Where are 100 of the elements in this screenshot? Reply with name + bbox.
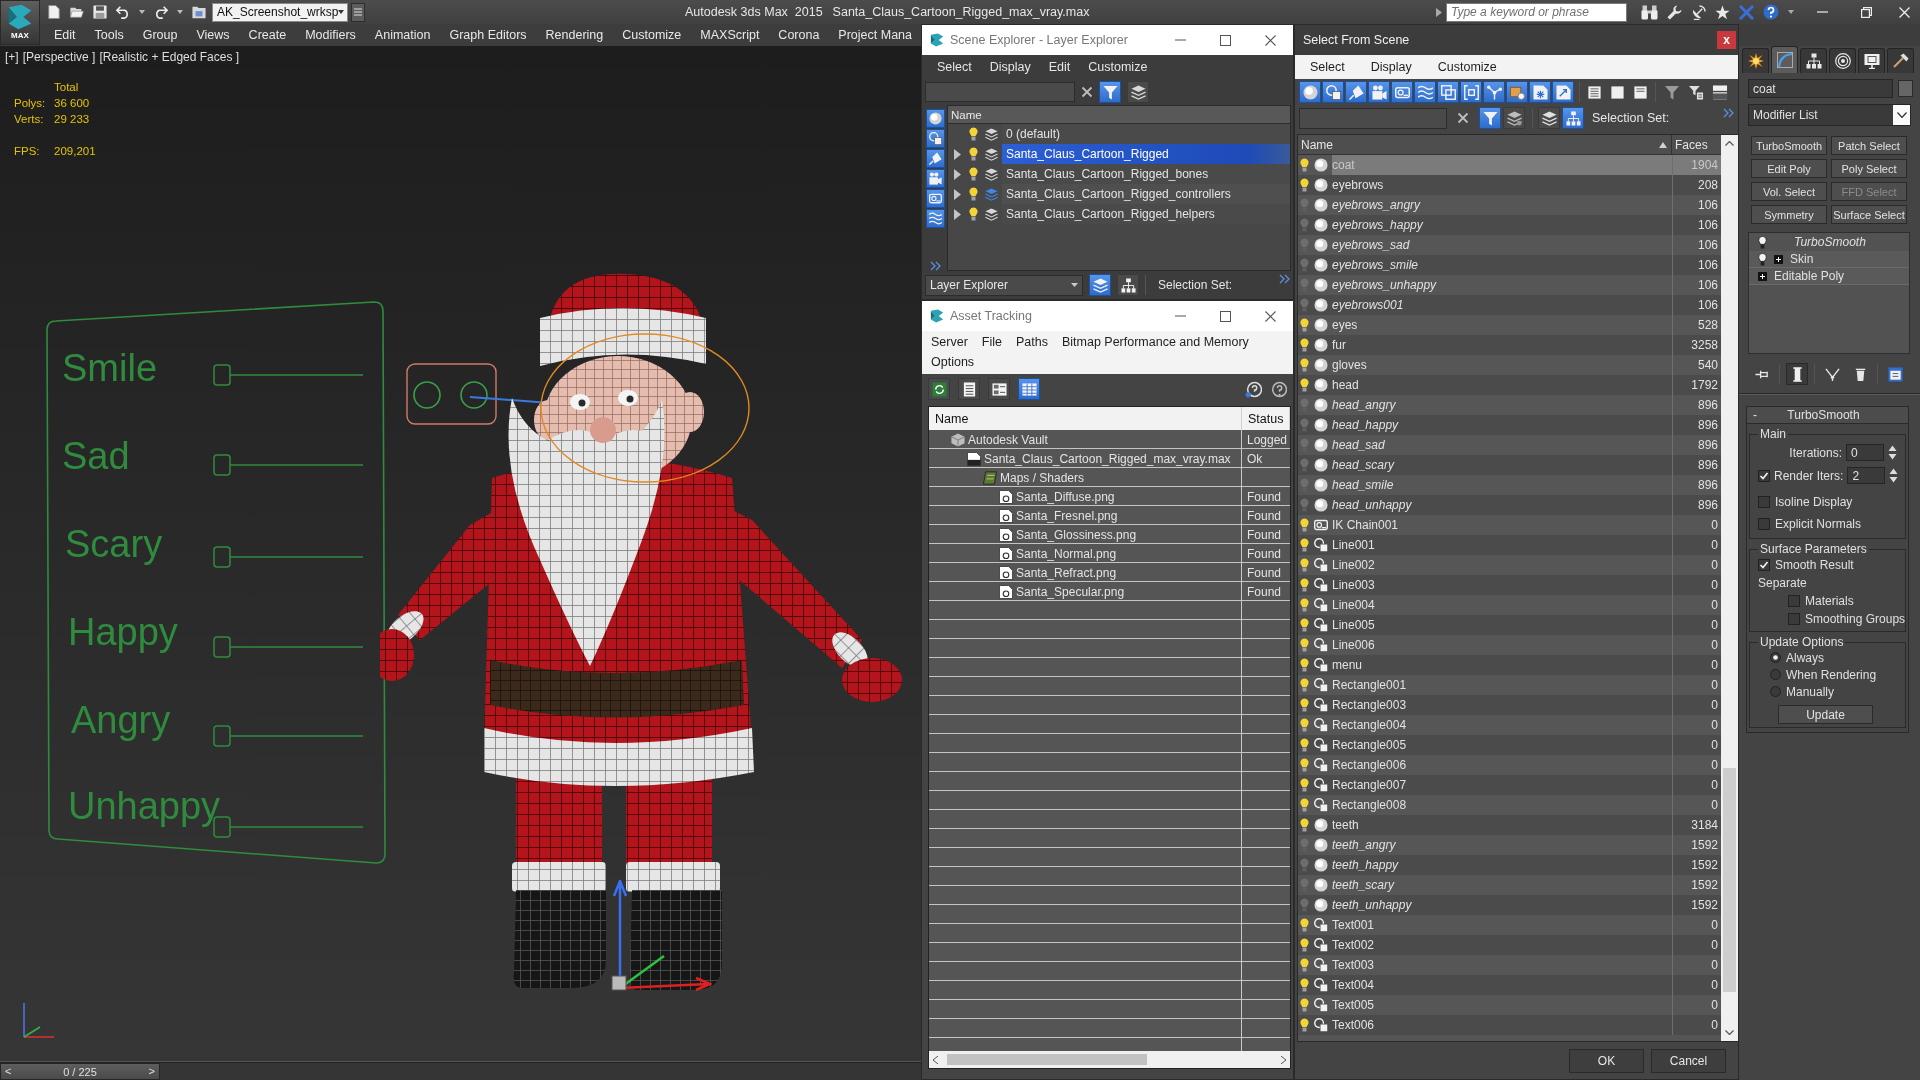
object-row[interactable]: Line004 0 — [1298, 595, 1721, 615]
light-bulb-icon[interactable] — [1300, 358, 1309, 372]
viewport-menu-label[interactable]: [Perspective ] — [22, 49, 96, 64]
stack-item[interactable]: TurboSmooth — [1749, 234, 1909, 251]
object-row[interactable]: Rectangle007 0 — [1298, 775, 1721, 795]
menu-item[interactable]: Modifiers — [305, 28, 356, 42]
asset-name[interactable]: Santa_Diffuse.png — [1016, 489, 1115, 504]
object-row[interactable]: head 1792 — [1298, 375, 1721, 395]
light-bulb-icon[interactable] — [969, 207, 978, 221]
radio-button[interactable] — [1770, 686, 1781, 697]
checkbox[interactable] — [1788, 595, 1800, 607]
asset-name[interactable]: Autodesk Vault — [968, 432, 1048, 447]
asset-name[interactable]: Santa_Glossiness.png — [1016, 527, 1137, 542]
type-filter-button[interactable] — [1506, 81, 1528, 103]
expand-plus-icon[interactable] — [1774, 254, 1783, 264]
panel-tab[interactable] — [1742, 48, 1769, 73]
light-bulb-icon[interactable] — [969, 187, 978, 201]
update-button[interactable]: Update — [1778, 705, 1873, 724]
object-row[interactable]: fur 3258 — [1298, 335, 1721, 355]
binoculars-icon[interactable] — [1641, 4, 1658, 20]
layer-view-button[interactable] — [1538, 107, 1560, 129]
light-bulb-icon[interactable] — [1300, 958, 1309, 972]
object-row[interactable]: eyes 528 — [1298, 315, 1721, 335]
collapsed-arrow-icon[interactable] — [954, 168, 961, 180]
checkbox-label[interactable]: Isoline Display — [1775, 495, 1853, 509]
view-mode-button[interactable] — [928, 378, 950, 400]
double-chevron-icon[interactable] — [1279, 274, 1290, 284]
menu-item[interactable]: Options — [924, 354, 982, 371]
redo-icon[interactable] — [154, 5, 168, 19]
menu-item[interactable]: Edit — [1048, 60, 1071, 74]
asset-name[interactable]: Santa_Claus_Cartoon_Rigged_max_vray.max — [984, 451, 1231, 466]
menu-item[interactable]: Graph Editors — [449, 28, 527, 42]
light-bulb-icon[interactable] — [1300, 338, 1309, 352]
star-icon[interactable] — [1715, 4, 1730, 20]
light-bulb-icon[interactable] — [1300, 658, 1309, 672]
time-slider-track[interactable]: < 0 / 225 > — [0, 1062, 921, 1080]
menu-item[interactable]: Views — [196, 28, 230, 42]
object-row[interactable]: eyebrows_happy 106 — [1298, 215, 1721, 235]
light-bulb-icon[interactable] — [1300, 778, 1309, 792]
menu-item[interactable]: Tools — [94, 28, 124, 42]
expand-plus-icon[interactable] — [1758, 271, 1767, 281]
new-file-icon[interactable] — [47, 5, 61, 19]
maximize-icon[interactable] — [1220, 34, 1231, 46]
panel-tab[interactable] — [1858, 48, 1885, 73]
menu-item[interactable]: Project Mana — [838, 28, 912, 42]
object-row[interactable]: Line006 0 — [1298, 635, 1721, 655]
type-filter-button[interactable] — [1391, 81, 1413, 103]
light-bulb-icon[interactable] — [969, 147, 978, 161]
light-bulb-icon[interactable] — [1300, 978, 1309, 992]
checkbox-label[interactable]: Smooth Result — [1775, 558, 1854, 572]
menu-item[interactable]: Select — [937, 60, 972, 74]
light-bulb-icon[interactable] — [969, 167, 978, 181]
menu-item[interactable]: Customize — [1088, 60, 1148, 74]
spinner-arrows-icon[interactable] — [1888, 445, 1897, 460]
menu-item[interactable]: Select — [1297, 58, 1358, 76]
type-filter-button[interactable] — [925, 209, 945, 228]
funnel-list-icon[interactable] — [1688, 84, 1704, 100]
dialog-button[interactable]: Cancel — [1651, 1048, 1726, 1073]
project-folder-icon[interactable] — [192, 5, 206, 19]
double-chevron-icon[interactable] — [929, 261, 941, 271]
modifier-button[interactable]: Poly Select — [1831, 159, 1907, 178]
light-bulb-icon[interactable] — [1300, 758, 1309, 772]
menu-item[interactable]: Display — [1357, 58, 1425, 76]
iterations-field[interactable]: 0 — [1846, 444, 1884, 461]
object-row[interactable]: head_happy 896 — [1298, 415, 1721, 435]
modifier-list-dropdown[interactable]: Modifier List — [1748, 104, 1911, 126]
light-bulb-icon[interactable] — [1300, 538, 1309, 552]
caret-icon[interactable] — [177, 10, 183, 14]
object-row[interactable]: Line003 0 — [1298, 575, 1721, 595]
object-name-field[interactable]: coat — [1748, 79, 1893, 98]
help-icon[interactable] — [1270, 380, 1287, 398]
type-filter-button[interactable] — [925, 109, 945, 128]
layer-view-button[interactable] — [1089, 274, 1111, 296]
scrollbar-thumb[interactable] — [1723, 768, 1736, 992]
next-frame-button[interactable]: > — [144, 1064, 159, 1079]
close-icon[interactable] — [1265, 310, 1276, 322]
object-row[interactable]: eyebrows 208 — [1298, 175, 1721, 195]
menu-item[interactable]: Customize — [622, 28, 682, 42]
undo-icon[interactable] — [116, 5, 130, 19]
half-list-icon[interactable] — [1634, 84, 1647, 100]
type-filter-button[interactable] — [925, 189, 945, 208]
scroll-left-icon[interactable] — [933, 1055, 938, 1064]
radio-button[interactable] — [1770, 669, 1781, 680]
collapsed-arrow-icon[interactable] — [954, 208, 961, 220]
type-filter-button[interactable] — [925, 169, 945, 188]
modifier-button[interactable]: Patch Select — [1831, 136, 1907, 155]
asset-name[interactable]: Santa_Refract.png — [1016, 565, 1117, 580]
object-row[interactable]: teeth 3184 — [1298, 815, 1721, 835]
menu-item[interactable]: Bitmap Performance and Memory — [1054, 334, 1256, 351]
viewport[interactable]: [+] [Perspective ] [Realistic + Edged Faces ] Total Polys: 36 600 Verts: 29 233 FPS: 209,201 Smile Sad Scary Happy Angry Unhappy — [0, 46, 921, 1062]
object-row[interactable]: head_smile 896 — [1298, 475, 1721, 495]
type-filter-button[interactable] — [1414, 81, 1436, 103]
hierarchy-view-button[interactable] — [1117, 274, 1139, 296]
dialog-button[interactable]: OK — [1569, 1048, 1644, 1073]
stack-item[interactable]: Skin — [1749, 251, 1909, 268]
object-row[interactable]: Line002 0 — [1298, 555, 1721, 575]
app-menu-button[interactable]: MAX — [0, 0, 40, 45]
close-icon[interactable] — [1265, 34, 1276, 46]
type-filter-button[interactable] — [1552, 81, 1574, 103]
save-icon[interactable] — [93, 5, 107, 19]
